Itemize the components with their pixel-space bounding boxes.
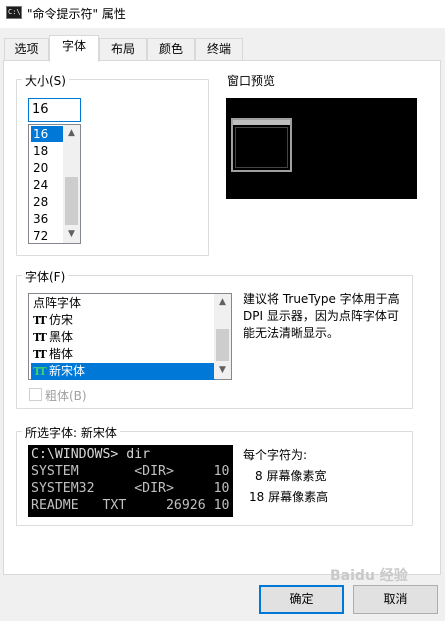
console-line: README TXT 26926 10	[31, 498, 230, 513]
char-info-title: 每个字符为:	[243, 448, 308, 462]
tab-terminal[interactable]: 终端	[195, 38, 243, 60]
size-list-scrollbar[interactable]: ▲ ▼	[63, 125, 80, 243]
font-size-input[interactable]: 16	[28, 98, 81, 122]
tab-font[interactable]: 字体	[49, 35, 99, 62]
cancel-button[interactable]: 取消	[353, 585, 438, 614]
font-item-kaiti[interactable]: TT 楷体	[31, 346, 215, 363]
size-item-16[interactable]: 16	[31, 126, 64, 142]
preview-title-bar	[233, 120, 290, 125]
window-preview-thumbnail	[231, 118, 292, 172]
size-item-24[interactable]: 24	[31, 177, 64, 193]
size-item-28[interactable]: 28	[31, 194, 64, 210]
truetype-icon: TT	[33, 348, 47, 361]
truetype-icon: TT	[33, 365, 47, 378]
baidu-watermark: Baidu 经验	[330, 568, 408, 584]
scroll-up-icon[interactable]: ▲	[63, 125, 80, 142]
scroll-up-icon[interactable]: ▲	[214, 294, 231, 311]
console-line: C:\WINDOWS> dir	[31, 447, 151, 462]
scroll-down-icon[interactable]: ▼	[63, 226, 80, 243]
bold-checkbox[interactable]	[29, 388, 42, 401]
size-item-20[interactable]: 20	[31, 160, 64, 176]
font-list-scrollbar[interactable]: ▲ ▼	[214, 294, 231, 379]
scroll-down-icon[interactable]: ▼	[214, 362, 231, 379]
cmd-app-icon: C:\.	[6, 6, 22, 19]
size-item-18[interactable]: 18	[31, 143, 64, 159]
console-line: SYSTEM <DIR> 10	[31, 464, 230, 479]
preview-client-area	[235, 127, 288, 168]
size-scroll-thumb[interactable]	[65, 177, 78, 225]
tab-options[interactable]: 选项	[4, 38, 49, 60]
font-item-heiti[interactable]: TT 黑体	[31, 329, 215, 346]
font-item-fangsong[interactable]: TT 仿宋	[31, 312, 215, 329]
size-group-label: 大小(S)	[22, 72, 69, 89]
tab-layout[interactable]: 布局	[99, 38, 147, 60]
console-line: SYSTEM32 <DIR> 10	[31, 481, 230, 496]
ok-button[interactable]: 确定	[259, 585, 344, 614]
char-height-info: 18 屏幕像素高	[249, 490, 329, 504]
window-preview-label: 窗口预览	[227, 74, 276, 88]
char-width-info: 8 屏幕像素宽	[255, 469, 327, 483]
font-size-list[interactable]: 16 18 20 24 28 36 72 ▲ ▼	[28, 124, 81, 244]
font-item-raster[interactable]: 点阵字体	[31, 295, 215, 312]
font-item-nsimsun[interactable]: TT 新宋体	[31, 363, 215, 380]
font-scroll-thumb[interactable]	[216, 329, 229, 361]
size-item-36[interactable]: 36	[31, 211, 64, 227]
bold-checkbox-label: 粗体(B)	[45, 389, 87, 403]
window-title: "命令提示符" 属性	[27, 7, 126, 21]
truetype-hint-text: 建议将 TrueType 字体用于高 DPI 显示器，因为点阵字体可能无法清晰显…	[243, 292, 400, 340]
font-face-list[interactable]: 点阵字体 TT 仿宋 TT 黑体 TT 楷体 TT 新宋体 ▲ ▼	[28, 293, 232, 380]
truetype-icon: TT	[33, 331, 47, 344]
tab-colors[interactable]: 颜色	[147, 38, 195, 60]
truetype-icon: TT	[33, 314, 47, 327]
console-sample-preview: C:\WINDOWS> dir SYSTEM <DIR> 10 SYSTEM32…	[28, 445, 233, 517]
font-group-label: 字体(F)	[22, 268, 69, 285]
selected-font-label: 所选字体: 新宋体	[22, 424, 120, 441]
size-item-72[interactable]: 72	[31, 228, 64, 244]
